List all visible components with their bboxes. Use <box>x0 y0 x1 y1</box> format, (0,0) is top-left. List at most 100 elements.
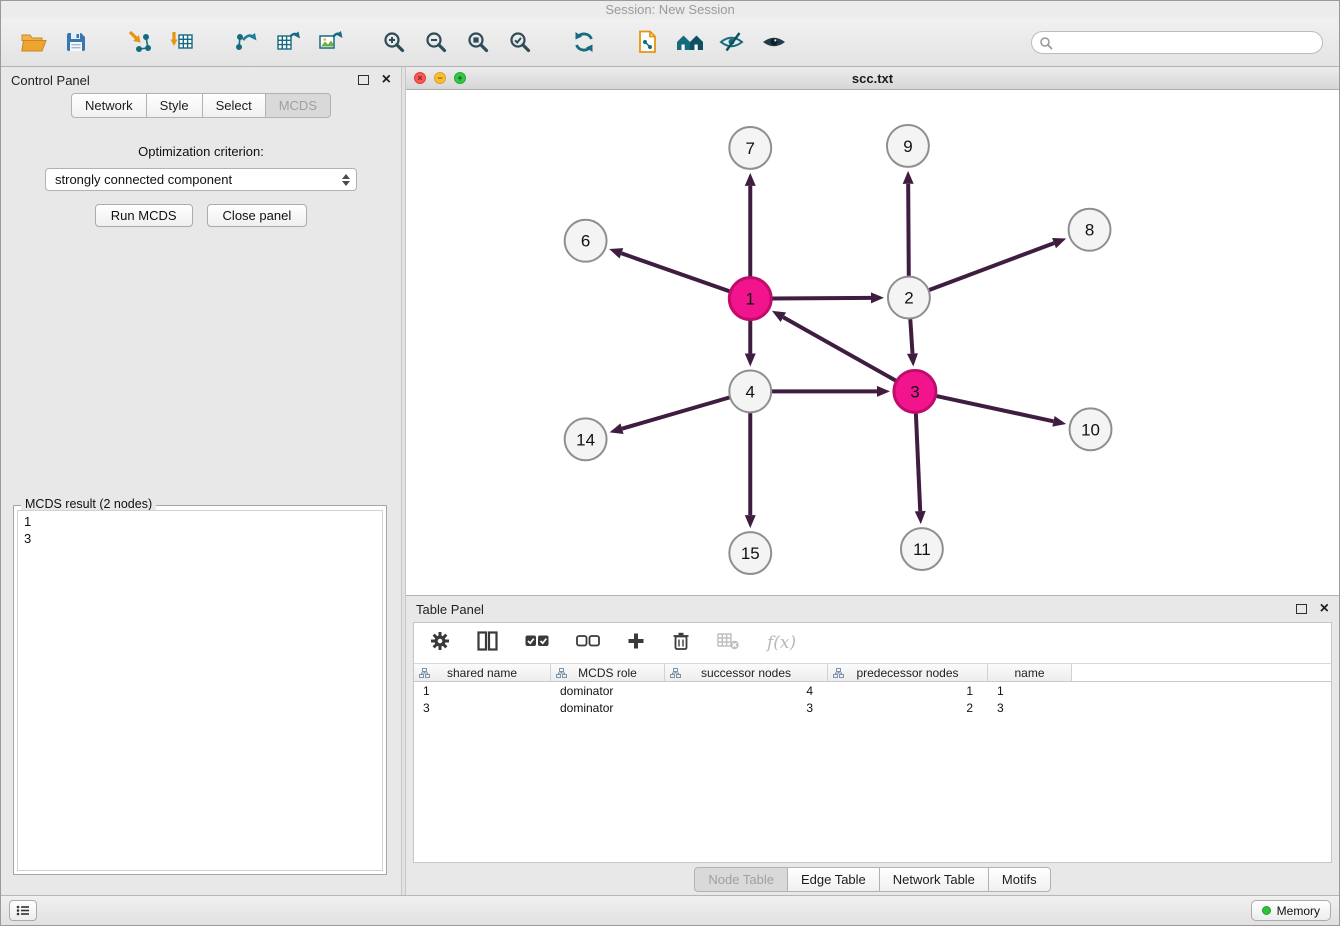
open-file-button[interactable] <box>13 23 55 61</box>
graph-edge-3-1[interactable] <box>783 317 896 381</box>
graph-edge-arrow-icon <box>871 292 884 303</box>
column-header-shared-name[interactable]: shared name <box>414 664 551 681</box>
zoom-selected-icon <box>507 29 533 55</box>
network-canvas[interactable]: 7968124314101511 <box>406 90 1339 595</box>
import-network-button[interactable] <box>119 23 161 61</box>
criterion-dropdown[interactable]: strongly connected component <box>45 168 357 191</box>
run-mcds-button[interactable]: Run MCDS <box>95 204 193 227</box>
import-table-icon <box>169 29 195 55</box>
graph-edge-arrow-icon <box>907 353 918 366</box>
search-icon <box>1039 36 1053 50</box>
graph-edge-3-10[interactable] <box>935 396 1053 421</box>
float-table-panel-icon[interactable] <box>1296 604 1307 614</box>
mcds-result-title: MCDS result (2 nodes) <box>21 497 156 511</box>
export-table-icon <box>275 29 301 55</box>
graph-node-label: 2 <box>904 289 913 308</box>
graph-edge-2-8[interactable] <box>929 243 1055 290</box>
network-graph[interactable]: 7968124314101511 <box>406 90 1339 595</box>
graph-edge-1-6[interactable] <box>621 253 730 291</box>
cell-name[interactable]: 3 <box>988 699 1072 716</box>
import-table-button[interactable] <box>161 23 203 61</box>
search-input[interactable] <box>1031 31 1323 54</box>
delete-row-button[interactable] <box>672 631 690 656</box>
cell-successor-nodes[interactable]: 3 <box>665 699 828 716</box>
graph-node-label: 6 <box>581 232 590 251</box>
export-network-button[interactable] <box>225 23 267 61</box>
table-tabs: Node Table Edge Table Network Table Moti… <box>406 863 1339 895</box>
table-header: shared name MCDS role successor nodes <box>414 663 1331 682</box>
column-header-predecessor-nodes[interactable]: predecessor nodes <box>828 664 988 681</box>
tab-edge-table[interactable]: Edge Table <box>787 867 880 892</box>
show-columns-button[interactable] <box>477 631 498 656</box>
column-header-name[interactable]: name <box>988 664 1072 681</box>
tab-style[interactable]: Style <box>146 93 203 118</box>
show-graphics-details-button[interactable] <box>753 23 795 61</box>
homes-icon <box>675 29 705 55</box>
graph-edge-4-14[interactable] <box>622 397 730 428</box>
tab-mcds[interactable]: MCDS <box>265 93 331 118</box>
columns-icon <box>477 631 498 651</box>
graph-edge-arrow-icon <box>610 423 624 434</box>
select-all-button[interactable] <box>525 634 549 653</box>
export-image-icon <box>317 29 343 55</box>
column-header-filler <box>1072 664 1331 681</box>
style-edit-button[interactable] <box>711 23 753 61</box>
zoom-in-button[interactable] <box>373 23 415 61</box>
mcds-result-list[interactable]: 1 3 <box>17 510 383 871</box>
application-window: Session: New Session <box>0 0 1340 926</box>
column-header-successor-nodes[interactable]: successor nodes <box>665 664 828 681</box>
zoom-out-button[interactable] <box>415 23 457 61</box>
cell-mcds-role[interactable]: dominator <box>551 682 665 699</box>
close-panel-button[interactable]: Close panel <box>207 204 308 227</box>
export-image-button[interactable] <box>309 23 351 61</box>
close-panel-icon[interactable]: × <box>382 72 391 88</box>
cell-predecessor-nodes[interactable]: 1 <box>828 682 988 699</box>
open-folder-icon <box>20 30 48 54</box>
optimization-criterion-label: Optimization criterion: <box>1 144 401 159</box>
tab-network-table[interactable]: Network Table <box>879 867 989 892</box>
graph-edge-1-2[interactable] <box>771 298 871 299</box>
toolbar-group-zoom <box>373 23 541 61</box>
cell-shared-name[interactable]: 3 <box>414 699 551 716</box>
clone-network-button[interactable] <box>627 23 669 61</box>
dropdown-stepper-icon <box>342 174 350 186</box>
deselect-all-button[interactable] <box>576 634 600 653</box>
task-history-button[interactable] <box>9 900 37 921</box>
tab-select[interactable]: Select <box>202 93 266 118</box>
close-window-icon[interactable]: × <box>414 72 426 84</box>
zoom-selected-button[interactable] <box>499 23 541 61</box>
control-panel-header: Control Panel × <box>1 67 401 93</box>
cell-shared-name[interactable]: 1 <box>414 682 551 699</box>
export-table-button[interactable] <box>267 23 309 61</box>
control-panel-title: Control Panel <box>11 73 90 88</box>
cell-successor-nodes[interactable]: 4 <box>665 682 828 699</box>
float-window-icon[interactable] <box>358 75 369 85</box>
add-row-button[interactable] <box>627 632 645 655</box>
refresh-view-button[interactable] <box>563 23 605 61</box>
graph-edge-arrow-icon <box>609 248 623 258</box>
close-table-panel-icon[interactable]: × <box>1320 601 1329 617</box>
plus-icon <box>627 632 645 650</box>
graph-edge-2-9[interactable] <box>908 184 909 277</box>
memory-button[interactable]: Memory <box>1251 900 1331 921</box>
cell-mcds-role[interactable]: dominator <box>551 699 665 716</box>
import-network-icon <box>127 29 153 55</box>
tab-node-table[interactable]: Node Table <box>694 867 788 892</box>
column-header-mcds-role[interactable]: MCDS role <box>551 664 665 681</box>
table-row[interactable]: 3 dominator 3 2 3 <box>414 699 1331 716</box>
zoom-window-icon[interactable]: + <box>454 72 466 84</box>
ndex-home-button[interactable] <box>669 23 711 61</box>
zoom-fit-button[interactable] <box>457 23 499 61</box>
minimize-window-icon[interactable]: − <box>434 72 446 84</box>
tab-network[interactable]: Network <box>71 93 147 118</box>
table-settings-button[interactable] <box>430 631 450 656</box>
cell-name[interactable]: 1 <box>988 682 1072 699</box>
table-row[interactable]: 1 dominator 4 1 1 <box>414 682 1331 699</box>
graph-edge-2-3[interactable] <box>910 319 912 354</box>
save-session-button[interactable] <box>55 23 97 61</box>
cell-predecessor-nodes[interactable]: 2 <box>828 699 988 716</box>
tab-motifs[interactable]: Motifs <box>988 867 1051 892</box>
graph-edge-3-11[interactable] <box>916 412 920 511</box>
mcds-result-group: MCDS result (2 nodes) 1 3 <box>13 505 387 875</box>
zoom-out-icon <box>423 29 449 55</box>
